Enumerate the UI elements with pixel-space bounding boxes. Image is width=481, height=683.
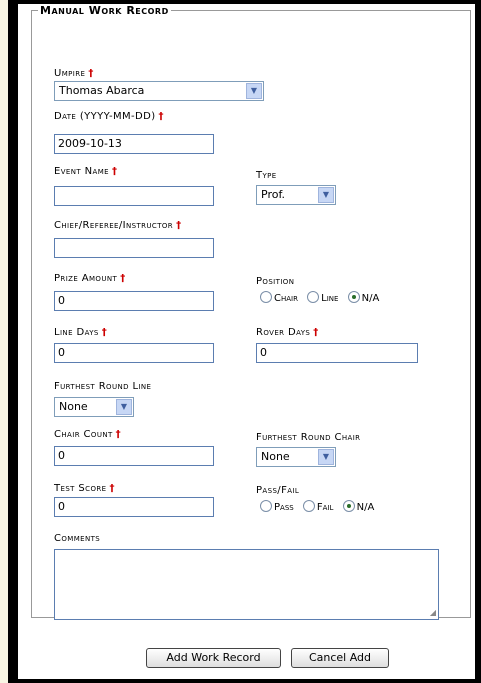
required-mark: †	[111, 166, 118, 177]
radio-icon[interactable]	[260, 500, 272, 512]
required-mark: †	[176, 220, 182, 231]
position-na-option[interactable]: N/A	[347, 291, 379, 304]
chevron-down-icon[interactable]: ▼	[116, 399, 132, 415]
pass-option[interactable]: Pass	[260, 500, 294, 513]
chief-input[interactable]	[54, 238, 214, 258]
furthest-round-line-label: Furthest Round Line	[54, 381, 152, 392]
chevron-down-icon[interactable]: ▼	[318, 187, 334, 203]
type-label: Type	[256, 170, 277, 181]
type-select[interactable]: Prof. ▼	[256, 185, 336, 205]
add-work-record-button[interactable]: Add Work Record	[146, 648, 281, 668]
cancel-add-button[interactable]: Cancel Add	[291, 648, 389, 668]
radio-icon[interactable]	[347, 291, 360, 303]
chief-label: Chief/Referee/Instructor †	[54, 220, 182, 231]
comments-textarea[interactable]: ◢	[54, 549, 439, 620]
umpire-label: Umpire †	[54, 68, 94, 79]
date-label: Date (YYYY-MM-DD) †	[54, 111, 164, 122]
manual-work-record-fieldset: Manual Work Record Umpire † Thomas Abarca…	[31, 4, 471, 620]
required-mark: †	[120, 273, 126, 284]
position-radio-group: Chair Line N/A	[260, 291, 385, 304]
chair-count-input[interactable]: 0	[54, 446, 214, 466]
pass-fail-label: Pass/Fail	[256, 485, 300, 496]
pass-fail-radio-group: Pass Fail N/A	[260, 500, 380, 513]
required-mark: †	[115, 429, 122, 440]
radio-icon[interactable]	[342, 500, 355, 512]
furthest-round-chair-label: Furthest Round Chair	[256, 432, 361, 443]
position-chair-option[interactable]: Chair	[260, 291, 298, 304]
position-label: Position	[256, 276, 295, 287]
form-panel: Manual Work Record Umpire † Thomas Abarca…	[18, 4, 475, 679]
chevron-down-icon[interactable]: ▼	[246, 83, 262, 99]
prize-amount-label: Prize Amount †	[54, 273, 126, 284]
event-name-label: Event Name †	[54, 166, 118, 177]
radio-icon[interactable]	[302, 500, 315, 512]
comments-label: Comments	[54, 533, 101, 544]
form-legend: Manual Work Record	[40, 4, 169, 17]
resize-grip-icon[interactable]: ◢	[430, 608, 436, 617]
pass-fail-na-option[interactable]: N/A	[342, 500, 374, 513]
required-mark: †	[313, 327, 319, 338]
required-mark: †	[158, 111, 164, 122]
radio-icon[interactable]	[260, 291, 272, 303]
required-mark: †	[101, 327, 108, 338]
chevron-down-icon[interactable]: ▼	[318, 449, 334, 465]
umpire-select[interactable]: Thomas Abarca ▼	[54, 81, 264, 101]
position-line-option[interactable]: Line	[307, 291, 338, 304]
prize-amount-input[interactable]: 0	[54, 291, 214, 311]
fail-option[interactable]: Fail	[302, 500, 333, 513]
test-score-label: Test Score †	[54, 483, 115, 494]
rover-days-label: Rover Days †	[256, 327, 319, 338]
furthest-round-chair-select[interactable]: None ▼	[256, 447, 336, 467]
line-days-input[interactable]: 0	[54, 343, 214, 363]
page-frame: Manual Work Record Umpire † Thomas Abarca…	[8, 0, 481, 683]
chair-count-label: Chair Count †	[54, 429, 122, 440]
radio-icon[interactable]	[307, 291, 320, 303]
test-score-input[interactable]: 0	[54, 497, 214, 517]
furthest-round-line-select[interactable]: None ▼	[54, 397, 134, 417]
line-days-label: Line Days †	[54, 327, 108, 338]
required-mark: †	[109, 483, 115, 494]
event-name-input[interactable]	[54, 186, 214, 206]
date-input[interactable]: 2009-10-13	[54, 134, 214, 154]
rover-days-input[interactable]: 0	[256, 343, 418, 363]
required-mark: †	[88, 68, 94, 79]
